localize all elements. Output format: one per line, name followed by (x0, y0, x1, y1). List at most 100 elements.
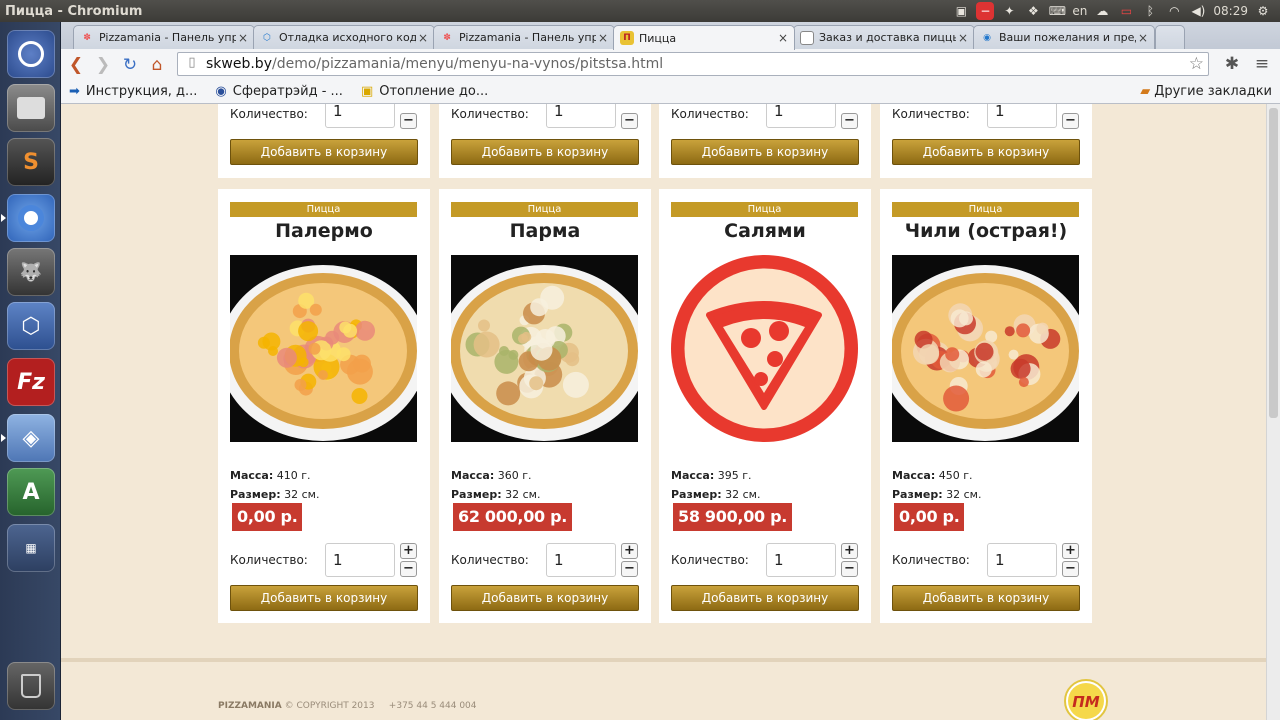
product-name[interactable]: Чили (острая!) (880, 220, 1092, 242)
keyboard-icon[interactable]: ⌨ (1048, 3, 1066, 19)
add-to-cart-button[interactable]: Добавить в корзину (451, 585, 639, 611)
quantity-minus-button[interactable]: − (1062, 561, 1079, 577)
quantity-input[interactable]: 1 (325, 543, 395, 577)
sublime-text-icon[interactable]: S (7, 138, 55, 186)
product-mass: Масса: 360 г. (451, 469, 532, 482)
quantity-input[interactable]: 1 (987, 104, 1057, 128)
quantity-input[interactable]: 1 (766, 104, 836, 128)
quantity-minus-button[interactable]: − (1062, 113, 1079, 129)
quantity-plus-button[interactable]: + (400, 543, 417, 559)
pizza-photo-icon (451, 255, 638, 442)
bookmark-item[interactable]: ◉ Сфератрэйд - ... (215, 84, 343, 99)
quantity-minus-button[interactable]: − (400, 561, 417, 577)
quantity-minus-button[interactable]: − (841, 561, 858, 577)
menu-icon[interactable]: ≡ (1250, 52, 1274, 76)
url-host: skweb.by (206, 56, 272, 72)
mass-label: Масса: (230, 469, 274, 482)
gimp-icon[interactable]: 🐺 (7, 248, 55, 296)
bookmarks-bar: ➡ Инструкция, д... ◉ Сфератрэйд - ... ▣ Ото… (61, 80, 1280, 104)
tab-wishes[interactable]: ◉ Ваши пожелания и пред × (973, 25, 1155, 49)
close-icon[interactable]: × (596, 31, 610, 45)
settings-gear-icon[interactable]: ⚙ (1254, 3, 1272, 19)
clock[interactable]: 08:29 (1213, 4, 1248, 18)
dropbox-icon[interactable]: ✦ (1000, 3, 1018, 19)
keyboard-layout[interactable]: en (1072, 4, 1087, 18)
product-size: Размер: 32 см. (892, 488, 981, 501)
add-to-cart-button[interactable]: Добавить в корзину (230, 585, 418, 611)
product-name[interactable]: Салями (659, 220, 871, 242)
extension-icon[interactable]: ✱ (1220, 52, 1244, 76)
address-bar[interactable]: ▯ skweb.by/demo/pizzamania/menyu/menyu-n… (177, 52, 1209, 76)
software-updater-icon[interactable]: A (7, 468, 55, 516)
notification-icon[interactable]: − (976, 2, 995, 20)
tab-pizzamania-admin-2[interactable]: ✽ Pizzamania - Панель упра × (433, 25, 615, 49)
quantity-plus-button[interactable]: + (841, 543, 858, 559)
trash-icon[interactable] (7, 662, 55, 710)
quantity-minus-button[interactable]: − (621, 561, 638, 577)
globe-icon: ◉ (983, 32, 991, 43)
new-tab-button[interactable] (1155, 25, 1185, 49)
cube-app-icon[interactable]: ◈ (1, 414, 55, 462)
product-image[interactable] (451, 255, 638, 442)
wifi-icon[interactable]: ◠ (1165, 3, 1183, 19)
close-icon[interactable]: × (416, 31, 430, 45)
cloud-icon[interactable]: ☁ (1093, 3, 1111, 19)
bluetooth-icon[interactable]: ᛒ (1141, 3, 1159, 19)
tab-pizzamania-admin-1[interactable]: ✽ Pizzamania - Панель упра × (73, 25, 255, 49)
pizzamania-logo[interactable]: ПМ (1064, 679, 1108, 720)
add-to-cart-button[interactable]: Добавить в корзину (671, 139, 859, 165)
close-icon[interactable]: × (236, 31, 250, 45)
quantity-plus-button[interactable]: + (1062, 543, 1079, 559)
scrollbar-thumb[interactable] (1269, 108, 1278, 418)
joomla-icon: ✽ (83, 32, 91, 43)
volume-icon[interactable]: ◀) (1189, 3, 1207, 19)
add-to-cart-button[interactable]: Добавить в корзину (671, 585, 859, 611)
bookmark-item[interactable]: ➡ Инструкция, д... (69, 84, 197, 99)
quantity-input[interactable]: 1 (546, 543, 616, 577)
quantity-plus-button[interactable]: + (621, 543, 638, 559)
tab-order-delivery[interactable]: Заказ и доставка пиццы × (793, 25, 975, 49)
product-image[interactable] (892, 255, 1079, 442)
add-to-cart-button[interactable]: Добавить в корзину (451, 139, 639, 165)
ubuntu-dash-icon[interactable] (7, 30, 55, 78)
files-icon[interactable] (7, 84, 55, 132)
quantity-input[interactable]: 1 (546, 104, 616, 128)
quantity-minus-button[interactable]: − (400, 113, 417, 129)
quantity-input[interactable]: 1 (325, 104, 395, 128)
page-info-icon[interactable]: ▯ (183, 55, 201, 73)
home-icon[interactable]: ⌂ (145, 53, 169, 77)
add-to-cart-button[interactable]: Добавить в корзину (892, 585, 1080, 611)
other-bookmarks[interactable]: ▰ Другие закладки (1140, 84, 1272, 99)
evernote-icon[interactable]: ❖ (1024, 3, 1042, 19)
back-icon[interactable]: ❮ (64, 53, 88, 77)
close-icon[interactable]: × (776, 31, 790, 45)
quantity-minus-button[interactable]: − (621, 113, 638, 129)
product-mass: Масса: 410 г. (230, 469, 311, 482)
close-icon[interactable]: × (956, 31, 970, 45)
product-name[interactable]: Парма (439, 220, 651, 242)
tab-debug-source[interactable]: ⬡ Отладка исходного кода × (253, 25, 435, 49)
chromium-icon[interactable] (1, 194, 55, 242)
filezilla-icon[interactable]: Fz (7, 358, 55, 406)
product-image[interactable] (230, 255, 417, 442)
product-name[interactable]: Палермо (218, 220, 430, 242)
quantity-input[interactable]: 1 (766, 543, 836, 577)
add-to-cart-button[interactable]: Добавить в корзину (230, 139, 418, 165)
workspace-switcher-icon[interactable]: ▦ (7, 524, 55, 572)
add-to-cart-button[interactable]: Добавить в корзину (892, 139, 1080, 165)
quantity-input[interactable]: 1 (987, 543, 1057, 577)
page-scrollbar[interactable] (1266, 104, 1280, 720)
close-icon[interactable]: × (1136, 31, 1150, 45)
tab-label: Pizzamania - Панель упра (99, 31, 236, 44)
battery-icon[interactable]: ▭ (1117, 3, 1135, 19)
product-image[interactable] (671, 255, 858, 442)
virtualbox-icon[interactable]: ⬡ (7, 302, 55, 350)
forward-icon[interactable]: ❯ (91, 53, 115, 77)
product-size: Размер: 32 см. (451, 488, 540, 501)
bookmark-star-icon[interactable]: ☆ (1189, 54, 1204, 74)
bookmark-item[interactable]: ▣ Отопление до... (361, 84, 488, 99)
tab-pizza-active[interactable]: П Пицца × (613, 25, 795, 50)
reload-icon[interactable]: ↻ (118, 53, 142, 77)
network-monitor-icon[interactable]: ▣ (952, 3, 970, 19)
quantity-minus-button[interactable]: − (841, 113, 858, 129)
